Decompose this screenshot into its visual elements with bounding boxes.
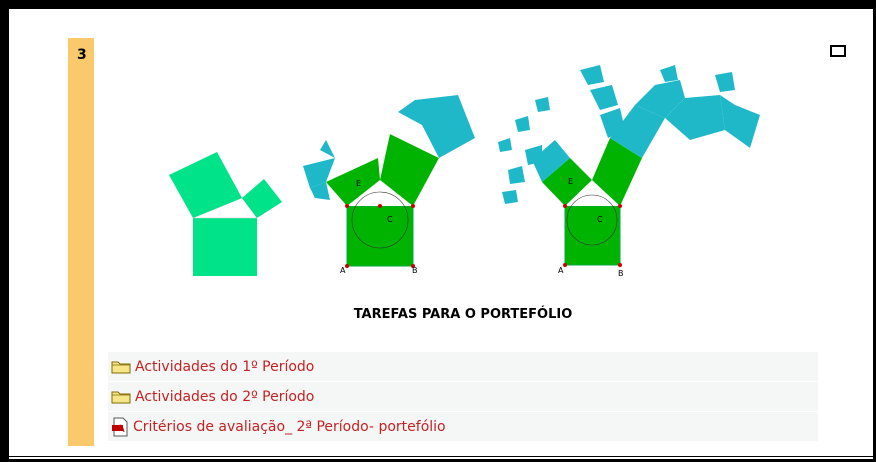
folder-icon — [111, 361, 131, 374]
folder-icon — [111, 391, 131, 404]
resource-link-activities-1[interactable]: Actividades do 1º Período — [135, 359, 314, 375]
figure-label-b-2: B — [618, 269, 624, 278]
section-number: 3 — [77, 47, 87, 63]
figure-label-c-2: C — [597, 215, 603, 224]
pdf-icon — [112, 417, 128, 436]
figure-label-a-2: A — [558, 266, 564, 275]
section-side-bar — [68, 38, 94, 446]
section-toggle-checkbox[interactable] — [830, 45, 846, 57]
pythagoras-figure-level-deep: A B E C — [498, 65, 760, 278]
pythagoras-figure-level2: A B E C — [303, 95, 475, 275]
figure-label-e: E — [356, 179, 361, 188]
resource-list: Actividades do 1º Período Actividades do… — [108, 352, 818, 441]
list-item: Actividades do 2º Período — [108, 382, 818, 411]
figure-label-c: C — [387, 215, 393, 224]
section-caption: TAREFAS PARA O PORTEFÓLIO — [353, 307, 573, 322]
pythagoras-figure-basic — [169, 152, 282, 276]
resource-link-activities-2[interactable]: Actividades do 2º Período — [135, 389, 314, 405]
figure-label-a: A — [340, 266, 346, 275]
pythagoras-tree-illustration: A B E C A B E C — [169, 65, 760, 278]
bottom-divider — [9, 456, 873, 457]
figure-label-e-2: E — [568, 177, 573, 186]
list-item: Actividades do 1º Período — [108, 352, 818, 381]
figure-label-b: B — [412, 266, 418, 275]
list-item: Critérios de avaliação_ 2ª Período- port… — [108, 412, 818, 441]
resource-link-criteria-pdf[interactable]: Critérios de avaliação_ 2ª Período- port… — [133, 419, 446, 435]
